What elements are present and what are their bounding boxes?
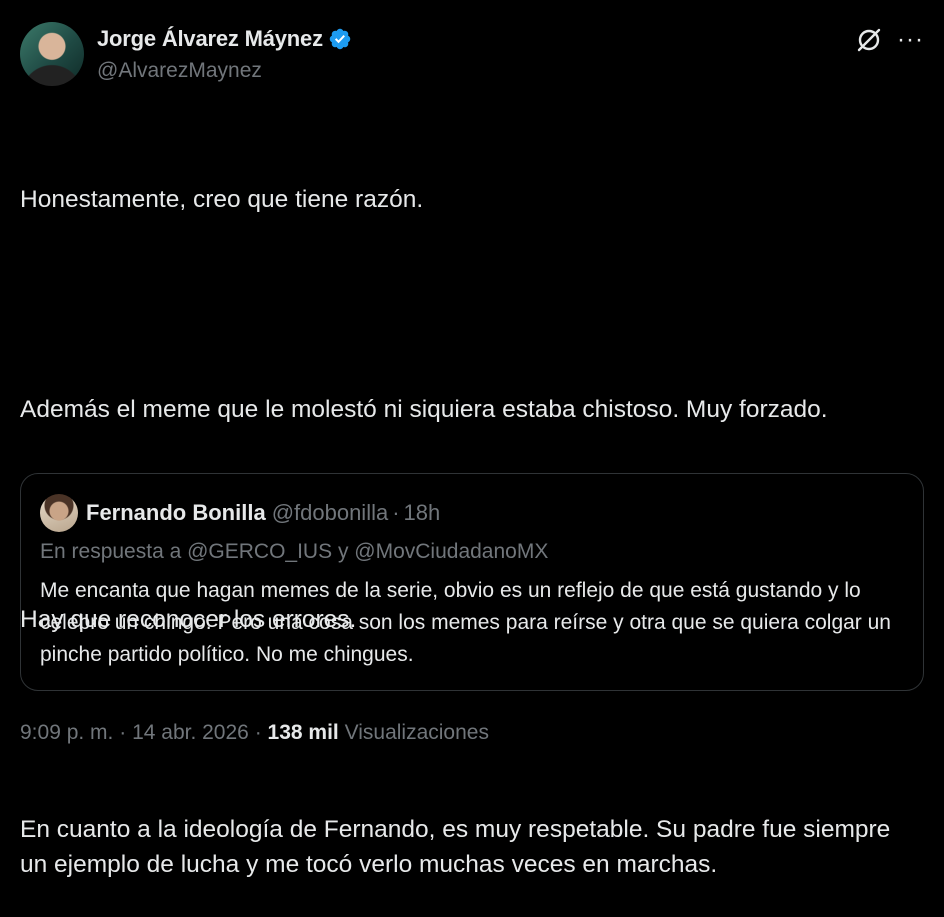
tweet-date[interactable]: 14 abr. 2026 (132, 721, 249, 744)
views-label: Visualizaciones (344, 721, 489, 744)
author-avatar[interactable] (20, 22, 84, 86)
author-display-name[interactable]: Jorge Álvarez Máynez (97, 26, 323, 52)
separator-dot: · (254, 721, 262, 744)
author-name-row: Jorge Álvarez Máynez (97, 26, 352, 52)
separator-dot: · (392, 500, 400, 525)
quoted-tweet-time[interactable]: 18h (404, 500, 441, 526)
tweet-paragraph: Además el meme que le molestó ni siquier… (20, 396, 828, 423)
grok-icon[interactable] (855, 26, 883, 54)
tweet-paragraph: En cuanto a la ideología de Fernando, es… (20, 816, 898, 878)
quoted-tweet-header: Fernando Bonilla @fdobonilla · 18h (40, 494, 440, 532)
tweet-meta: 9:09 p. m. · 14 abr. 2026 · 138 mil Visu… (20, 721, 489, 745)
tweet-time[interactable]: 9:09 p. m. (20, 721, 113, 744)
tweet-header: Jorge Álvarez Máynez @AlvarezMaynez ··· (20, 20, 924, 88)
quoted-tweet[interactable]: Fernando Bonilla @fdobonilla · 18h En re… (20, 473, 924, 691)
quoted-tweet-text: Me encanta que hagan memes de la serie, … (40, 575, 900, 671)
tweet-paragraph: Honestamente, creo que tiene razón. (20, 186, 424, 213)
quoted-author-name[interactable]: Fernando Bonilla (86, 500, 266, 526)
separator-dot: · (119, 721, 127, 744)
reply-context: En respuesta a @GERCO_IUS y @MovCiudadan… (40, 540, 549, 563)
more-options-icon[interactable]: ··· (897, 28, 924, 52)
top-actions: ··· (855, 26, 924, 54)
verified-badge-icon (329, 28, 351, 50)
author-handle[interactable]: @AlvarezMaynez (97, 59, 262, 83)
views-count: 138 mil (267, 721, 339, 744)
quoted-author-avatar[interactable] (40, 494, 78, 532)
quoted-author-handle[interactable]: @fdobonilla (272, 500, 389, 526)
paragraph-spacer (20, 287, 920, 322)
quoted-tweet-body: Me encanta que hagan memes de la serie, … (40, 579, 891, 666)
